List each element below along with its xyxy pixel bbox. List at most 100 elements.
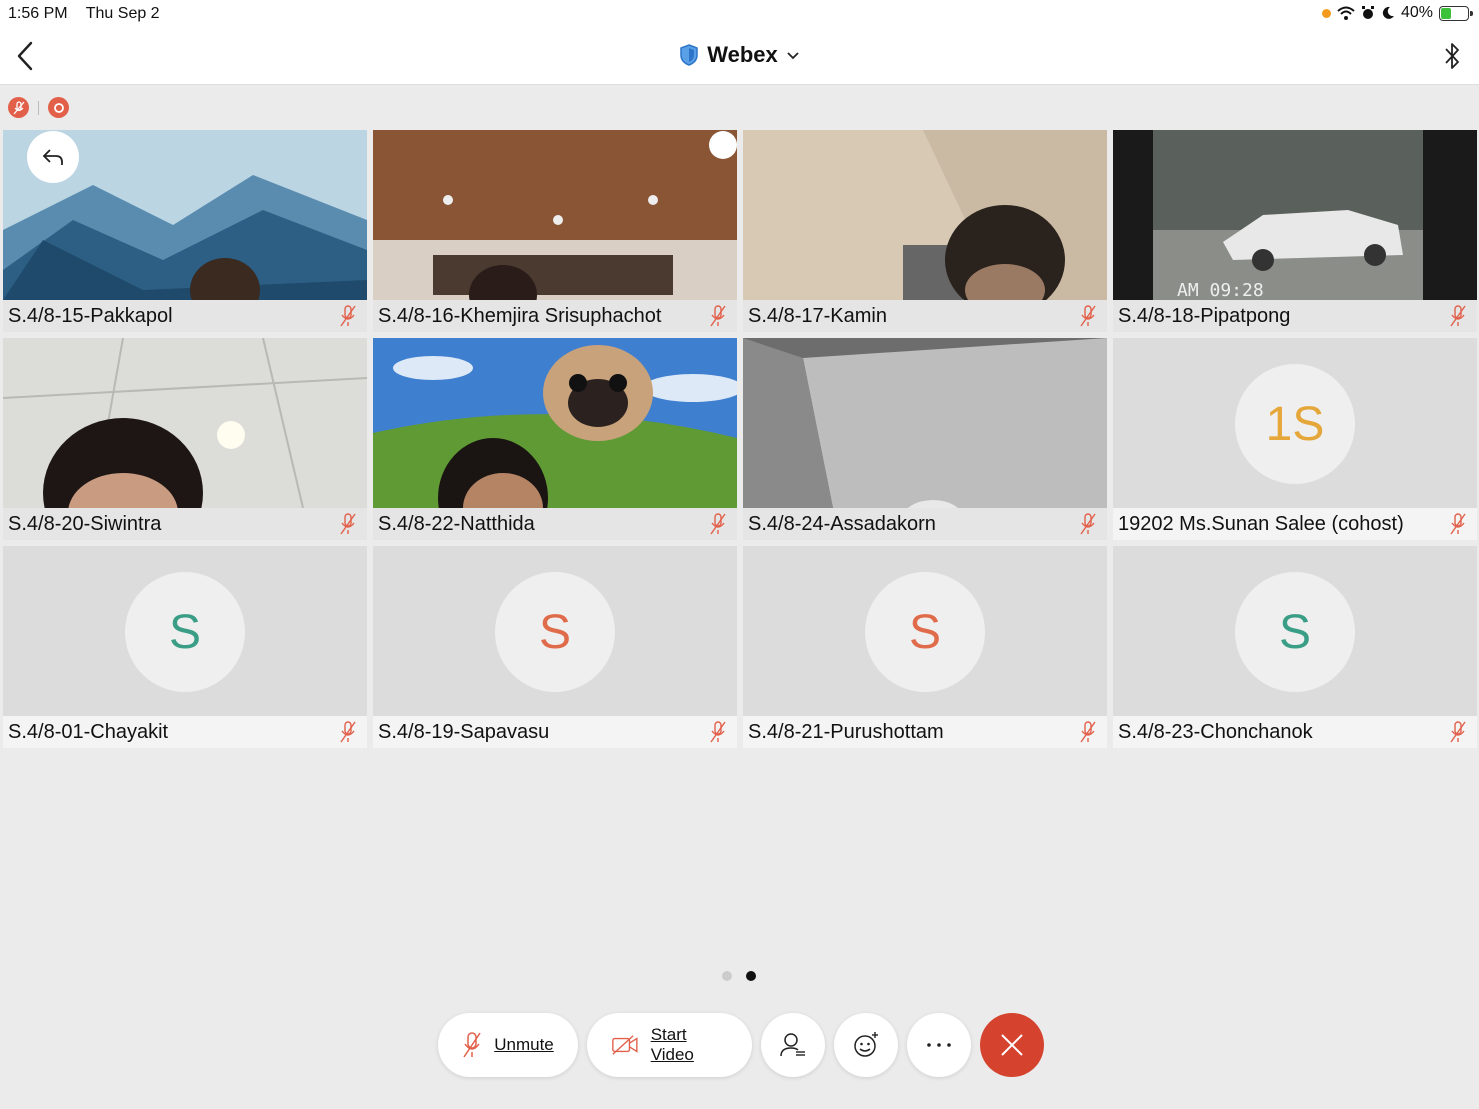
- battery-icon: [1439, 5, 1473, 21]
- mic-muted-icon: [710, 513, 726, 535]
- participant-name: S.4/8-20-Siwintra: [8, 512, 162, 535]
- bluetooth-icon[interactable]: [1441, 40, 1463, 72]
- start-video-button[interactable]: Start Video: [587, 1013, 752, 1077]
- avatar: S: [1235, 572, 1355, 692]
- mic-muted-icon: [1080, 513, 1096, 535]
- avatar: 1S: [1235, 364, 1355, 484]
- muted-indicator-icon: [8, 97, 29, 118]
- undo-arrow-icon: [42, 149, 63, 165]
- status-date: Thu Sep 2: [85, 5, 160, 22]
- participants-button[interactable]: [761, 1013, 825, 1077]
- page-indicator: [722, 971, 756, 981]
- participant-tile[interactable]: AM 09:28 S.4/8-18-Pipatpong: [1113, 130, 1477, 332]
- participant-name: S.4/8-19-Sapavasu: [378, 720, 550, 743]
- participant-namebar: S.4/8-22-Natthida: [373, 508, 737, 540]
- participant-name: 19202 Ms.Sunan Salee (cohost): [1118, 512, 1404, 535]
- status-bar: 1:56 PM Thu Sep 2 40%: [0, 0, 1479, 28]
- video-off-icon: [612, 1035, 638, 1055]
- nav-bar: Webex: [0, 28, 1479, 85]
- participant-namebar: S.4/8-23-Chonchanok: [1113, 716, 1477, 748]
- participant-tile[interactable]: S.4/8-15-Pakkapol: [3, 130, 367, 332]
- meeting-title-dropdown[interactable]: Webex: [0, 42, 1479, 68]
- participant-tile[interactable]: S S.4/8-21-Purushottam: [743, 546, 1107, 748]
- mic-in-use-dot-icon: [1321, 8, 1331, 18]
- mic-muted-icon: [1450, 513, 1466, 535]
- participant-namebar: S.4/8-15-Pakkapol: [3, 300, 367, 332]
- video-feed: [373, 130, 737, 300]
- participant-namebar: S.4/8-18-Pipatpong: [1113, 300, 1477, 332]
- moon-icon: [1382, 6, 1394, 19]
- participant-namebar: S.4/8-17-Kamin: [743, 300, 1107, 332]
- avatar: S: [495, 572, 615, 692]
- page-dot-active[interactable]: [746, 971, 756, 981]
- participant-tile[interactable]: S S.4/8-23-Chonchanok: [1113, 546, 1477, 748]
- leave-meeting-button[interactable]: [980, 1013, 1044, 1077]
- divider: [38, 100, 39, 115]
- status-time: 1:56 PM: [8, 5, 68, 22]
- participant-tile[interactable]: S S.4/8-01-Chayakit: [3, 546, 367, 748]
- participant-name: S.4/8-15-Pakkapol: [8, 304, 173, 327]
- participant-name: S.4/8-01-Chayakit: [8, 720, 169, 743]
- participant-namebar: S.4/8-21-Purushottam: [743, 716, 1107, 748]
- participant-name: S.4/8-22-Natthida: [378, 512, 535, 535]
- meeting-indicators: [8, 97, 69, 118]
- participant-tile[interactable]: S.4/8-20-Siwintra: [3, 338, 367, 540]
- unmute-label: Unmute: [494, 1035, 554, 1054]
- alarm-icon: [1361, 6, 1374, 19]
- participant-tile[interactable]: S.4/8-17-Kamin: [743, 130, 1107, 332]
- participant-name: S.4/8-16-Khemjira Srisuphachot: [378, 304, 662, 327]
- wifi-icon: [1337, 6, 1355, 20]
- video-feed: [1113, 130, 1477, 300]
- mic-muted-icon: [1450, 305, 1466, 327]
- video-feed: [373, 338, 737, 508]
- start-video-label: Start Video: [650, 1025, 694, 1064]
- participant-namebar: S.4/8-01-Chayakit: [3, 716, 367, 748]
- shield-icon: [680, 44, 698, 66]
- mic-muted-icon: [710, 721, 726, 743]
- video-feed: [3, 338, 367, 508]
- mic-muted-icon: [1080, 721, 1096, 743]
- participants-icon: [780, 1033, 805, 1057]
- video-feed: [743, 338, 1107, 508]
- participant-namebar: S.4/8-19-Sapavasu: [373, 716, 737, 748]
- mic-muted-icon: [1450, 721, 1466, 743]
- participant-namebar: 19202 Ms.Sunan Salee (cohost): [1113, 508, 1477, 540]
- participant-namebar: S.4/8-20-Siwintra: [3, 508, 367, 540]
- participant-tile[interactable]: S.4/8-22-Natthida: [373, 338, 737, 540]
- mic-muted-icon: [710, 305, 726, 327]
- participant-tile[interactable]: 1S 19202 Ms.Sunan Salee (cohost): [1113, 338, 1477, 540]
- return-button[interactable]: [27, 131, 79, 183]
- avatar: S: [865, 572, 985, 692]
- participant-namebar: S.4/8-16-Khemjira Srisuphachot: [373, 300, 737, 332]
- recording-indicator-icon: [48, 97, 69, 118]
- ellipsis-icon: [927, 1043, 951, 1047]
- participant-name: S.4/8-23-Chonchanok: [1118, 720, 1313, 743]
- avatar: S: [125, 572, 245, 692]
- close-icon: [1001, 1034, 1023, 1056]
- participant-name: S.4/8-24-Assadakorn: [748, 512, 936, 535]
- page-dot[interactable]: [722, 971, 732, 981]
- mic-muted-icon: [340, 305, 356, 327]
- page-title: Webex: [707, 42, 778, 67]
- participant-name: S.4/8-17-Kamin: [748, 304, 887, 327]
- mic-muted-icon: [1080, 305, 1096, 327]
- participant-grid: S.4/8-15-Pakkapol S.4/8-16-Khemjira Sris…: [3, 130, 1477, 748]
- battery-percent: 40%: [1400, 4, 1433, 21]
- mic-muted-icon: [340, 721, 356, 743]
- participant-tile[interactable]: S S.4/8-19-Sapavasu: [373, 546, 737, 748]
- emoji-reaction-icon: [854, 1032, 878, 1057]
- more-options-button[interactable]: [907, 1013, 971, 1077]
- meeting-controls: Unmute Start Video: [438, 1013, 1044, 1077]
- participant-namebar: S.4/8-24-Assadakorn: [743, 508, 1107, 540]
- reactions-button[interactable]: [834, 1013, 898, 1077]
- chevron-down-icon: [787, 52, 799, 60]
- participant-tile[interactable]: S.4/8-24-Assadakorn: [743, 338, 1107, 540]
- video-feed: [743, 130, 1107, 300]
- unmute-button[interactable]: Unmute: [438, 1013, 578, 1077]
- video-timestamp-overlay: AM 09:28: [1177, 280, 1264, 301]
- participant-name: S.4/8-18-Pipatpong: [1118, 304, 1291, 327]
- mic-muted-icon: [463, 1032, 481, 1058]
- participant-name: S.4/8-21-Purushottam: [748, 720, 944, 743]
- participant-tile[interactable]: S.4/8-16-Khemjira Srisuphachot: [373, 130, 737, 332]
- mic-muted-icon: [340, 513, 356, 535]
